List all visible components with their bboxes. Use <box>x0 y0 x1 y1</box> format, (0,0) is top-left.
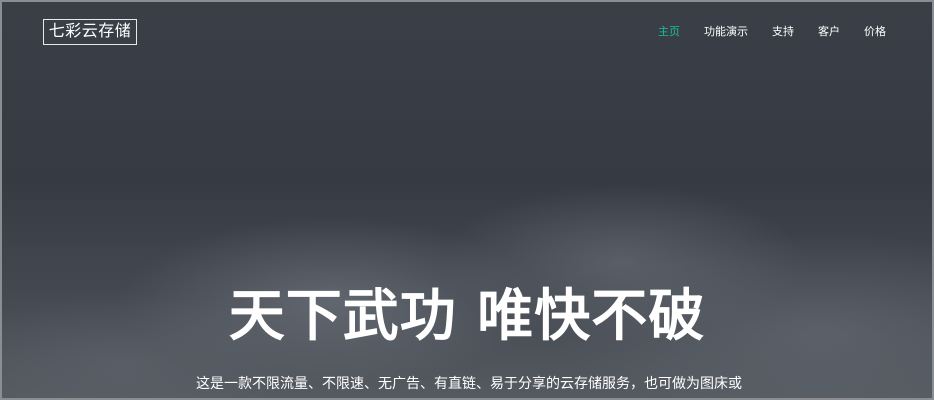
brand-logo[interactable]: 七彩云存储 <box>43 19 137 45</box>
nav-item-home[interactable]: 主页 <box>658 24 680 40</box>
nav-item-demo[interactable]: 功能演示 <box>704 24 748 40</box>
hero-subtitle: 这是一款不限流量、不限速、无广告、有直链、易于分享的云存储服务，也可做为图床或者… <box>196 376 742 392</box>
nav-item-support[interactable]: 支持 <box>772 24 794 40</box>
hero-title: 天下武功 唯快不破 <box>228 284 706 349</box>
nav-item-customers[interactable]: 客户 <box>818 24 840 40</box>
main-nav: 主页 功能演示 支持 客户 价格 <box>634 24 886 40</box>
page: 七彩云存储 主页 功能演示 支持 客户 价格 天下武功 唯快不破 这是一款不限流… <box>0 0 934 400</box>
nav-item-pricing[interactable]: 价格 <box>864 24 886 40</box>
